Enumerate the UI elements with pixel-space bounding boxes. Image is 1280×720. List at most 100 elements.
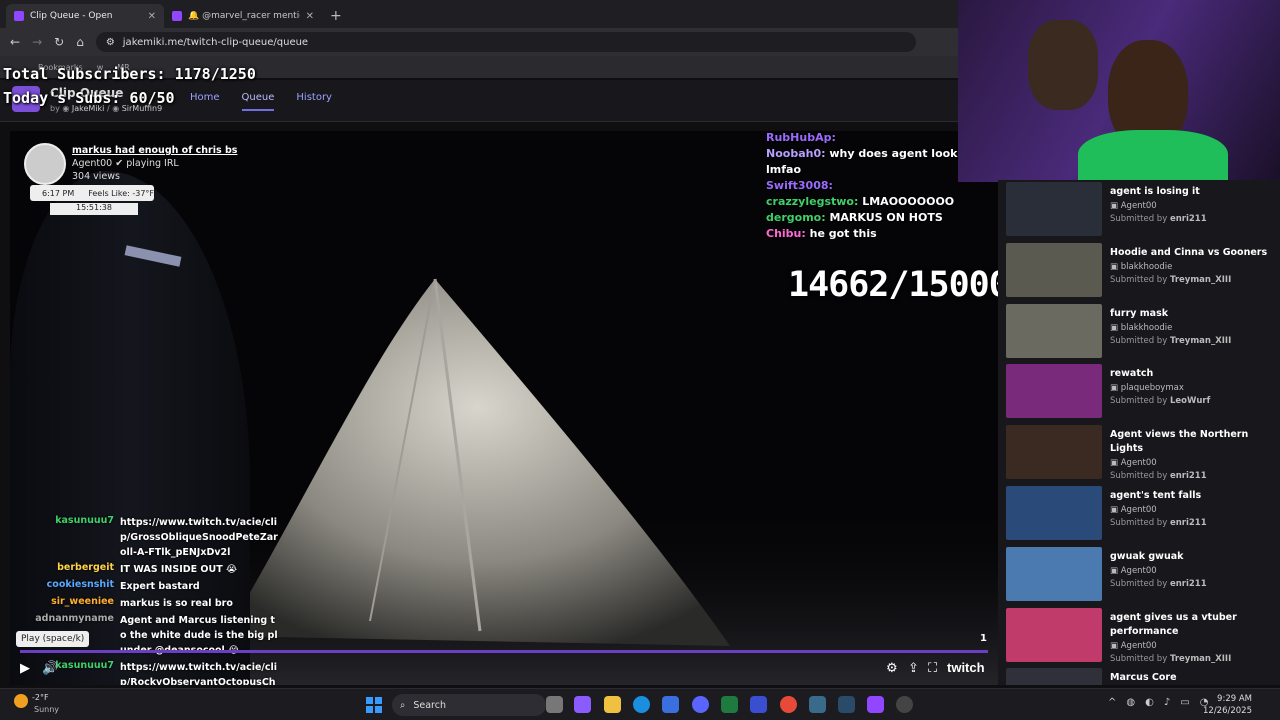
twitch-app-icon[interactable] bbox=[867, 696, 884, 713]
queue-item[interactable]: agent's tent falls ▣ Agent00 Submitted by … bbox=[1006, 486, 1280, 542]
site-info-icon[interactable]: ⚙ bbox=[106, 37, 115, 48]
clip-channel: ▣ Agent00 bbox=[1110, 458, 1157, 468]
queue-item[interactable]: gwuak gwuak ▣ Agent00 Submitted by enri211 bbox=[1006, 546, 1280, 603]
queue-item[interactable]: Agent views the Northern Lights ▣ Agent00… bbox=[1006, 425, 1280, 481]
weather-desc: Sunny bbox=[34, 705, 60, 714]
back-icon[interactable]: ← bbox=[10, 35, 20, 49]
clip-thumbnail[interactable] bbox=[1006, 607, 1102, 662]
new-tab-button[interactable]: + bbox=[322, 8, 352, 28]
clip-thumbnail[interactable] bbox=[1006, 303, 1102, 358]
stream-chat-overlay-bottom: kasunuuu7 https://www.twitch.tv/acie/clip… bbox=[22, 515, 280, 685]
excel-icon[interactable] bbox=[721, 696, 738, 713]
url-field[interactable]: ⚙ jakemiki.me/twitch-clip-queue/queue bbox=[95, 32, 916, 52]
seek-bar[interactable] bbox=[20, 650, 988, 653]
channel-icon: ▣ bbox=[1110, 565, 1121, 576]
queue-item[interactable]: Marcus Core▣ Agent00 bbox=[1006, 668, 1280, 685]
clip-submitter: Submitted by LeoWurf bbox=[1110, 396, 1210, 406]
queue-item[interactable]: agent gives us a vtuber performance ▣ Age… bbox=[1006, 607, 1280, 664]
tray-app-icon[interactable]: ◍ bbox=[1126, 697, 1135, 708]
submitted-by-prefix: Submitted by bbox=[1110, 274, 1168, 285]
clip-channel: ▣ plaqueboymax bbox=[1110, 383, 1184, 393]
fullscreen-icon[interactable]: ⛶ bbox=[928, 661, 937, 676]
clip-thumbnail[interactable] bbox=[1006, 668, 1102, 685]
twitch-logo[interactable]: twitch bbox=[947, 660, 985, 675]
clip-submitter: Submitted by enri211 bbox=[1110, 214, 1207, 224]
copilot-icon[interactable] bbox=[574, 696, 591, 713]
chrome-icon[interactable] bbox=[780, 696, 797, 713]
clip-thumbnail[interactable] bbox=[1006, 486, 1102, 540]
tray-app-icon[interactable]: ◐ bbox=[1145, 697, 1154, 708]
clip-thumbnail[interactable] bbox=[1006, 546, 1102, 601]
chat-username: Swift3008: bbox=[766, 179, 833, 192]
microphone-icon[interactable]: ♪ bbox=[1164, 697, 1170, 708]
channel-name: Agent00 bbox=[1120, 201, 1157, 211]
obs-icon[interactable] bbox=[896, 696, 913, 713]
chat-message: kasunuuu7 https://www.twitch.tv/acie/clip… bbox=[22, 515, 280, 560]
windows-start-icon[interactable] bbox=[366, 697, 382, 713]
play-tooltip: Play (space/k) bbox=[16, 631, 90, 647]
channel-icon: ▣ bbox=[1110, 322, 1121, 333]
video-player[interactable]: markus had enough of chris bs Agent00 ✔ … bbox=[10, 131, 998, 685]
clip-title: agent is losing it bbox=[1110, 186, 1200, 197]
task-view-icon[interactable] bbox=[546, 696, 563, 713]
clip-thumbnail[interactable] bbox=[1006, 182, 1102, 236]
chat-username: kasunuuu7 bbox=[55, 660, 114, 671]
taskbar-search[interactable]: ⌕ Search bbox=[392, 694, 546, 716]
tab-title: Clip Queue - Open bbox=[30, 11, 113, 21]
discord-icon[interactable] bbox=[692, 696, 709, 713]
submitted-by-prefix: Submitted by bbox=[1110, 335, 1168, 346]
nav-history[interactable]: History bbox=[296, 92, 332, 111]
close-tab-icon[interactable]: ✕ bbox=[306, 11, 314, 22]
channel-icon: ▣ bbox=[1110, 201, 1121, 211]
network-icon[interactable]: ▭ bbox=[1180, 697, 1189, 708]
clip-thumbnail[interactable] bbox=[1006, 364, 1102, 419]
steam-icon[interactable] bbox=[838, 696, 855, 713]
chat-text: why does agent look 6 bbox=[829, 147, 969, 160]
submitter-name: enri211 bbox=[1169, 471, 1207, 482]
tab-mention[interactable]: 🔔 @marvel_racer mentioned ✕ bbox=[164, 4, 322, 28]
settings-gear-icon[interactable]: ⚙ bbox=[886, 661, 898, 676]
clip-title: furry mask bbox=[1110, 307, 1169, 319]
chat-message: lmfao bbox=[766, 163, 986, 179]
clip-channel: ▣ Agent00 bbox=[1110, 641, 1157, 651]
chat-username: cookiesnshit bbox=[46, 579, 114, 590]
chat-text: https://www.twitch.tv/acie/clip/GrossObl… bbox=[120, 517, 278, 558]
weather-sun-icon[interactable] bbox=[14, 694, 28, 708]
volume-icon[interactable]: 🔊 bbox=[42, 661, 58, 676]
app-icon[interactable] bbox=[750, 696, 767, 713]
clip-channel-line: Agent00 ✔ playing IRL bbox=[72, 158, 179, 169]
forward-icon[interactable]: → bbox=[32, 35, 42, 49]
clip-channel: ▣ blakkhoodie bbox=[1110, 262, 1172, 272]
store-icon[interactable] bbox=[662, 696, 679, 713]
channel-icon: ▣ bbox=[1110, 383, 1121, 394]
home-icon[interactable]: ⌂ bbox=[76, 35, 84, 49]
queue-item[interactable]: agent is losing it ▣ Agent00 Submitted by … bbox=[1006, 182, 1280, 238]
nav-home[interactable]: Home bbox=[190, 92, 220, 111]
play-icon[interactable]: ▶ bbox=[20, 661, 30, 676]
clip-thumbnail[interactable] bbox=[1006, 242, 1102, 297]
queue-item[interactable]: furry mask ▣ blakkhoodie Submitted by Trey… bbox=[1006, 303, 1280, 360]
queue-item[interactable]: rewatch ▣ plaqueboymax Submitted by LeoWur… bbox=[1006, 364, 1280, 420]
chat-username: RubHubAp: bbox=[766, 131, 836, 144]
clock-tray[interactable]: 9:29 AM 12/26/2025 bbox=[1203, 693, 1252, 717]
share-icon[interactable]: ⇪ bbox=[908, 661, 919, 676]
clip-thumbnail[interactable] bbox=[1006, 425, 1102, 480]
tab-title: 🔔 @marvel_racer mentioned bbox=[188, 11, 300, 21]
clip-submitter: Submitted by enri211 bbox=[1110, 471, 1207, 481]
nav-queue[interactable]: Queue bbox=[241, 92, 275, 111]
search-label: Search bbox=[413, 699, 446, 711]
channel-icon: ▣ bbox=[1110, 458, 1121, 469]
tab-clip-queue[interactable]: Clip Queue - Open ✕ bbox=[6, 4, 164, 28]
address-bar-row: ← → ↻ ⌂ ⚙ jakemiki.me/twitch-clip-queue/… bbox=[0, 28, 960, 56]
clip-channel: ▣ Agent00 bbox=[1110, 566, 1157, 576]
clip-queue-favicon-icon bbox=[14, 11, 24, 21]
file-explorer-icon[interactable] bbox=[604, 696, 621, 713]
clip-title-link[interactable]: markus had enough of chris bs bbox=[72, 145, 237, 156]
reload-icon[interactable]: ↻ bbox=[54, 35, 64, 49]
chevron-up-icon[interactable]: ^ bbox=[1108, 697, 1116, 708]
app-icon[interactable] bbox=[809, 696, 826, 713]
chat-message: RubHubAp: bbox=[766, 131, 986, 147]
edge-icon[interactable] bbox=[633, 696, 650, 713]
queue-item[interactable]: Hoodie and Cinna vs Gooners ▣ blakkhoodie… bbox=[1006, 242, 1280, 299]
close-tab-icon[interactable]: ✕ bbox=[148, 11, 156, 22]
